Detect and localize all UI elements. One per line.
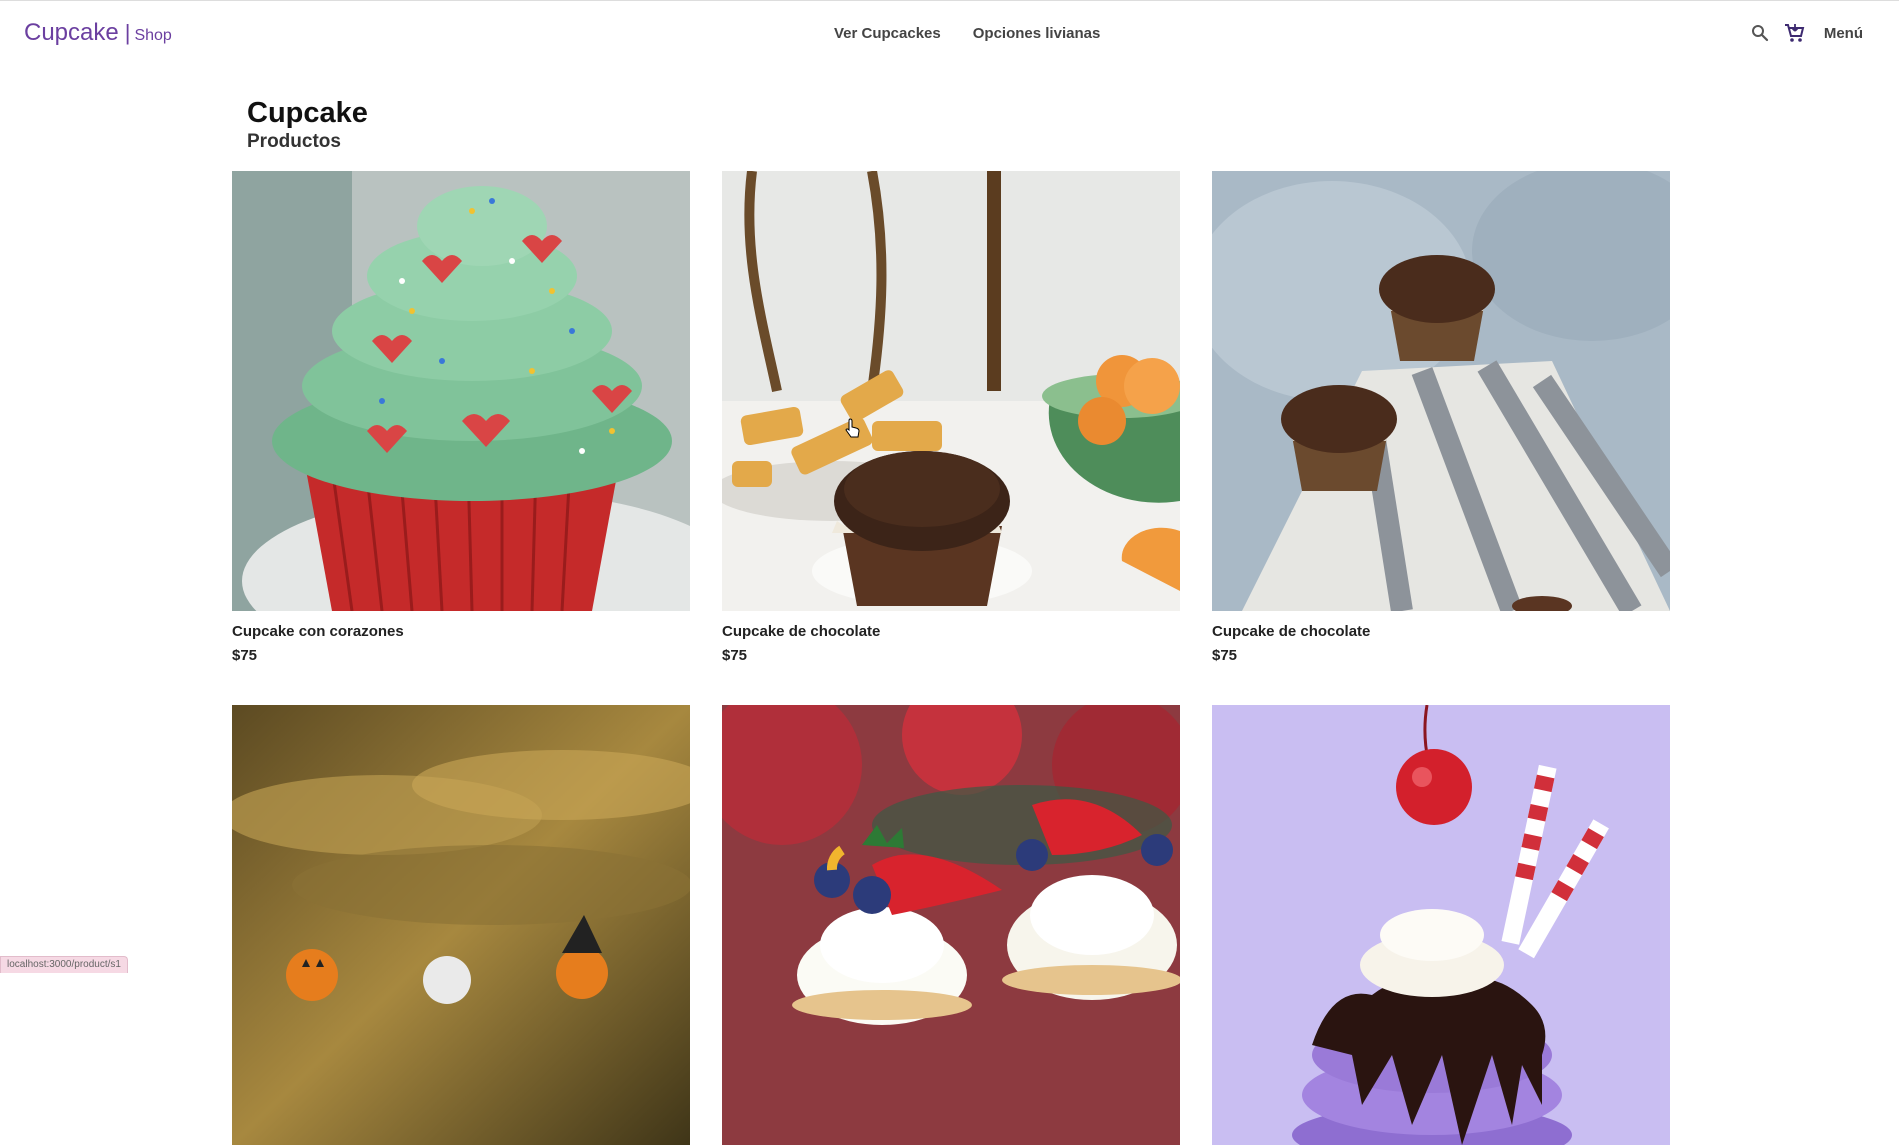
product-name[interactable]: Cupcake con corazones — [232, 623, 690, 641]
search-icon[interactable] — [1748, 21, 1772, 45]
page-heading: Cupcake Productos — [247, 96, 368, 154]
status-bar-url: localhost:3000/product/s1 — [0, 956, 128, 973]
product-image-strawberry-cupcakes[interactable] — [722, 705, 1180, 1145]
product-image-halloween-cupcakes[interactable] — [232, 705, 690, 1145]
brand-separator: | — [124, 20, 131, 45]
brand-logo[interactable]: Cupcake | Shop — [24, 19, 172, 47]
product-image-chocolate-muffin-fruit[interactable] — [722, 171, 1180, 611]
product-price: $75 — [232, 647, 258, 664]
product-card[interactable] — [232, 705, 690, 1145]
main-nav: Ver Cupcackes Opciones livianas — [834, 25, 1100, 42]
page-subtitle: Productos — [247, 131, 341, 152]
mouse-cursor-icon — [845, 418, 861, 445]
product-card[interactable]: Cupcake de chocolate $75 — [1212, 171, 1670, 705]
product-price: $75 — [1212, 647, 1238, 664]
product-image-chocolate-muffins-cloth[interactable] — [1212, 171, 1670, 611]
nav-link-ver-cupcakes[interactable]: Ver Cupcackes — [834, 25, 941, 42]
product-name[interactable]: Cupcake de chocolate — [722, 623, 1180, 641]
product-image-purple-cupcake[interactable] — [1212, 705, 1670, 1145]
product-grid: Cupcake con corazones $75 Cupcake de cho… — [232, 171, 1670, 1145]
brand-sub: Shop — [134, 27, 172, 44]
brand-name: Cupcake — [24, 19, 119, 46]
page-title: Cupcake — [247, 97, 368, 129]
menu-button[interactable]: Menú — [1824, 25, 1863, 42]
cart-icon[interactable] — [1782, 21, 1806, 45]
header-tools: Menú — [1748, 21, 1863, 45]
product-card[interactable] — [722, 705, 1180, 1145]
product-card[interactable]: Cupcake de chocolate $75 — [722, 171, 1180, 705]
nav-link-opciones-livianas[interactable]: Opciones livianas — [973, 25, 1101, 42]
product-card[interactable]: Cupcake con corazones $75 — [232, 171, 690, 705]
product-image-green-cupcake[interactable] — [232, 171, 690, 611]
product-card[interactable] — [1212, 705, 1670, 1145]
top-navigation-bar: Cupcake | Shop Ver Cupcackes Opciones li… — [0, 0, 1899, 65]
product-name[interactable]: Cupcake de chocolate — [1212, 623, 1670, 641]
product-price: $75 — [722, 647, 748, 664]
